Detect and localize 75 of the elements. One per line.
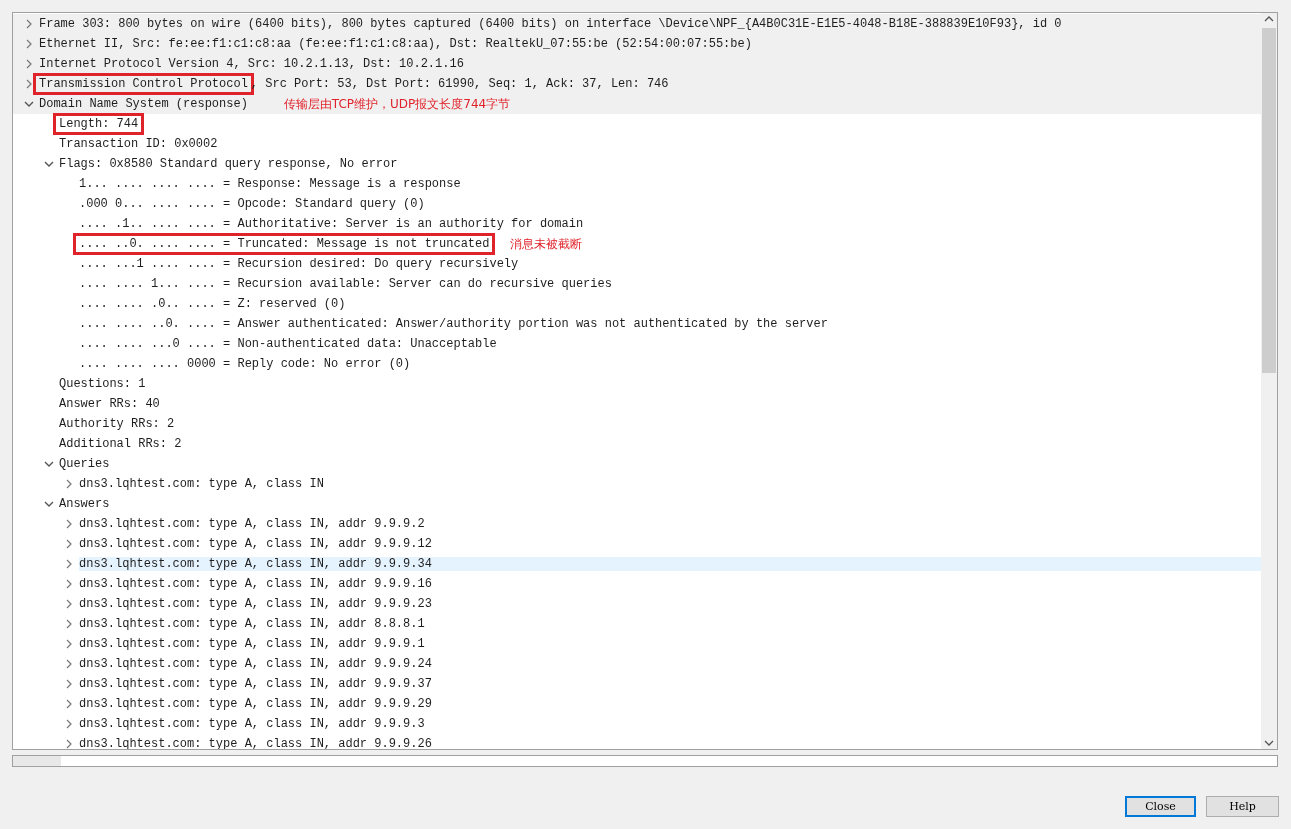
expand-chevron-icon[interactable] [65, 719, 73, 729]
expand-chevron-icon[interactable] [65, 579, 73, 589]
horizontal-scrollbar[interactable] [12, 755, 1278, 767]
annotation-text: 消息未被截断 [510, 235, 583, 253]
field-text: .... .... .... 0000 = Reply code: No error (0) [79, 357, 411, 371]
field-text: Queries [59, 457, 110, 471]
field-text: dns3.lqhtest.com: type A, class IN, addr 9.9.9.12 [79, 537, 432, 551]
field-text: Ethernet II, Src: fe:ee:f1:c1:c8:aa (fe:ee:f1:c1:c8:aa), Dst: RealtekU_07:55:be (52:54:00:07:55:be) [39, 37, 752, 51]
expand-chevron-icon[interactable] [25, 19, 33, 29]
protocol-row[interactable]: Internet Protocol Version 4, Src: 10.2.1.13, Dst: 10.2.1.16 [13, 54, 1261, 74]
field-text: .... .... ..0. .... = Answer authenticated: Answer/authority portion was not authenticated by the server [79, 317, 828, 331]
expand-chevron-icon[interactable] [65, 679, 73, 689]
field-text: dns3.lqhtest.com: type A, class IN, addr 9.9.9.37 [79, 677, 432, 691]
collapse-chevron-icon[interactable] [44, 160, 54, 168]
field-text: .000 0... .... .... = Opcode: Standard query (0) [79, 197, 425, 211]
scrollbar-thumb[interactable] [13, 756, 61, 766]
expand-chevron-icon[interactable] [65, 539, 73, 549]
field-text: dns3.lqhtest.com: type A, class IN, addr 9.9.9.29 [79, 697, 432, 711]
field-text: dns3.lqhtest.com: type A, class IN, addr 9.9.9.16 [79, 577, 432, 591]
field-text: dns3.lqhtest.com: type A, class IN, addr 9.9.9.1 [79, 637, 425, 651]
expand-chevron-icon[interactable] [25, 59, 33, 69]
highlighted-field: Transmission Control Protocol [36, 76, 251, 92]
collapse-chevron-icon[interactable] [44, 500, 54, 508]
protocol-row[interactable]: Ethernet II, Src: fe:ee:f1:c1:c8:aa (fe:ee:f1:c1:c8:aa), Dst: RealtekU_07:55:be (52:54:00:07:55:be) [13, 34, 1261, 54]
field-text: .... ...1 .... .... = Recursion desired: Do query recursively [79, 257, 519, 271]
expand-chevron-icon[interactable] [65, 619, 73, 629]
expand-chevron-icon[interactable] [25, 39, 33, 49]
highlighted-row[interactable]: dns3.lqhtest.com: type A, class IN, addr 9.9.9.34 [13, 554, 1261, 574]
expand-chevron-icon[interactable] [65, 739, 73, 749]
field-text: dns3.lqhtest.com: type A, class IN, addr 9.9.9.26 [79, 737, 432, 749]
field-text: .... .... ...0 .... = Non-authenticated data: Unacceptable [79, 337, 497, 351]
expand-chevron-icon[interactable] [65, 639, 73, 649]
scrollbar-thumb[interactable] [1262, 28, 1276, 373]
field-text: dns3.lqhtest.com: type A, class IN [79, 477, 324, 491]
expand-chevron-icon[interactable] [65, 699, 73, 709]
field-text: Answer RRs: 40 [59, 397, 160, 411]
field-text: , Src Port: 53, Dst Port: 61990, Seq: 1, Ack: 37, Len: 746 [250, 77, 669, 91]
field-text: .... .... 1... .... = Recursion available: Server can do recursive queries [79, 277, 612, 291]
annotation-text: 传输层由TCP维护，UDP报文长度744字节 [283, 95, 511, 113]
field-text: dns3.lqhtest.com: type A, class IN, addr 9.9.9.34 [79, 557, 1261, 571]
field-text: Internet Protocol Version 4, Src: 10.2.1.13, Dst: 10.2.1.16 [39, 57, 464, 71]
protocol-row[interactable]: Domain Name System (response) 传输层由TCP维护，UDP报文长度744字节 [13, 94, 1261, 114]
field-text: dns3.lqhtest.com: type A, class IN, addr 9.9.9.24 [79, 657, 432, 671]
highlighted-field: .... ..0. .... .... = Truncated: Message is not truncated [76, 236, 493, 252]
field-text: .... .... .0.. .... = Z: reserved (0) [79, 297, 346, 311]
protocol-row[interactable]: Frame 303: 800 bytes on wire (6400 bits), 800 bytes captured (6400 bits) on interface \Device\NPF_{A4B0C31E-E1E5-4048-B18E-388839E10F93}, id 0 [13, 14, 1261, 34]
dialog-button[interactable]: Help [1206, 796, 1279, 817]
expand-chevron-icon[interactable] [65, 659, 73, 669]
scroll-down-icon[interactable] [1264, 740, 1274, 746]
field-text: Domain Name System (response) [39, 97, 248, 111]
vertical-scrollbar[interactable] [1261, 13, 1277, 749]
field-text: dns3.lqhtest.com: type A, class IN, addr 9.9.9.23 [79, 597, 432, 611]
expand-chevron-icon[interactable] [65, 599, 73, 609]
dialog-button[interactable]: Close [1125, 796, 1196, 817]
protocol-row[interactable]: Transmission Control Protocol , Src Port: 53, Dst Port: 61990, Seq: 1, Ack: 37, Len: 746 [13, 74, 1261, 94]
field-text: Additional RRs: 2 [59, 437, 182, 451]
expand-chevron-icon[interactable] [25, 79, 33, 89]
field-text: Transaction ID: 0x0002 [59, 137, 218, 151]
field-text: dns3.lqhtest.com: type A, class IN, addr 9.9.9.2 [79, 517, 425, 531]
field-text: dns3.lqhtest.com: type A, class IN, addr 9.9.9.3 [79, 717, 425, 731]
field-text: Questions: 1 [59, 377, 146, 391]
field-text: 1... .... .... .... = Response: Message is a response [79, 177, 461, 191]
field-text: dns3.lqhtest.com: type A, class IN, addr 8.8.8.1 [79, 617, 425, 631]
expand-chevron-icon[interactable] [65, 479, 73, 489]
field-text: Authority RRs: 2 [59, 417, 175, 431]
highlighted-field: Length: 744 [56, 116, 142, 132]
field-text: Frame 303: 800 bytes on wire (6400 bits), 800 bytes captured (6400 bits) on interface \Device\NPF_{A4B0C31E-E1E5-4048-B18E-388839E10F93}, id 0 [39, 17, 1062, 31]
scroll-up-icon[interactable] [1264, 16, 1274, 22]
field-text: Flags: 0x8580 Standard query response, No error [59, 157, 398, 171]
collapse-chevron-icon[interactable] [24, 100, 34, 108]
expand-chevron-icon[interactable] [65, 519, 73, 529]
field-text: Answers [59, 497, 110, 511]
field-text: .... .1.. .... .... = Authoritative: Server is an authority for domain [79, 217, 584, 231]
collapse-chevron-icon[interactable] [44, 460, 54, 468]
expand-chevron-icon[interactable] [65, 559, 73, 569]
